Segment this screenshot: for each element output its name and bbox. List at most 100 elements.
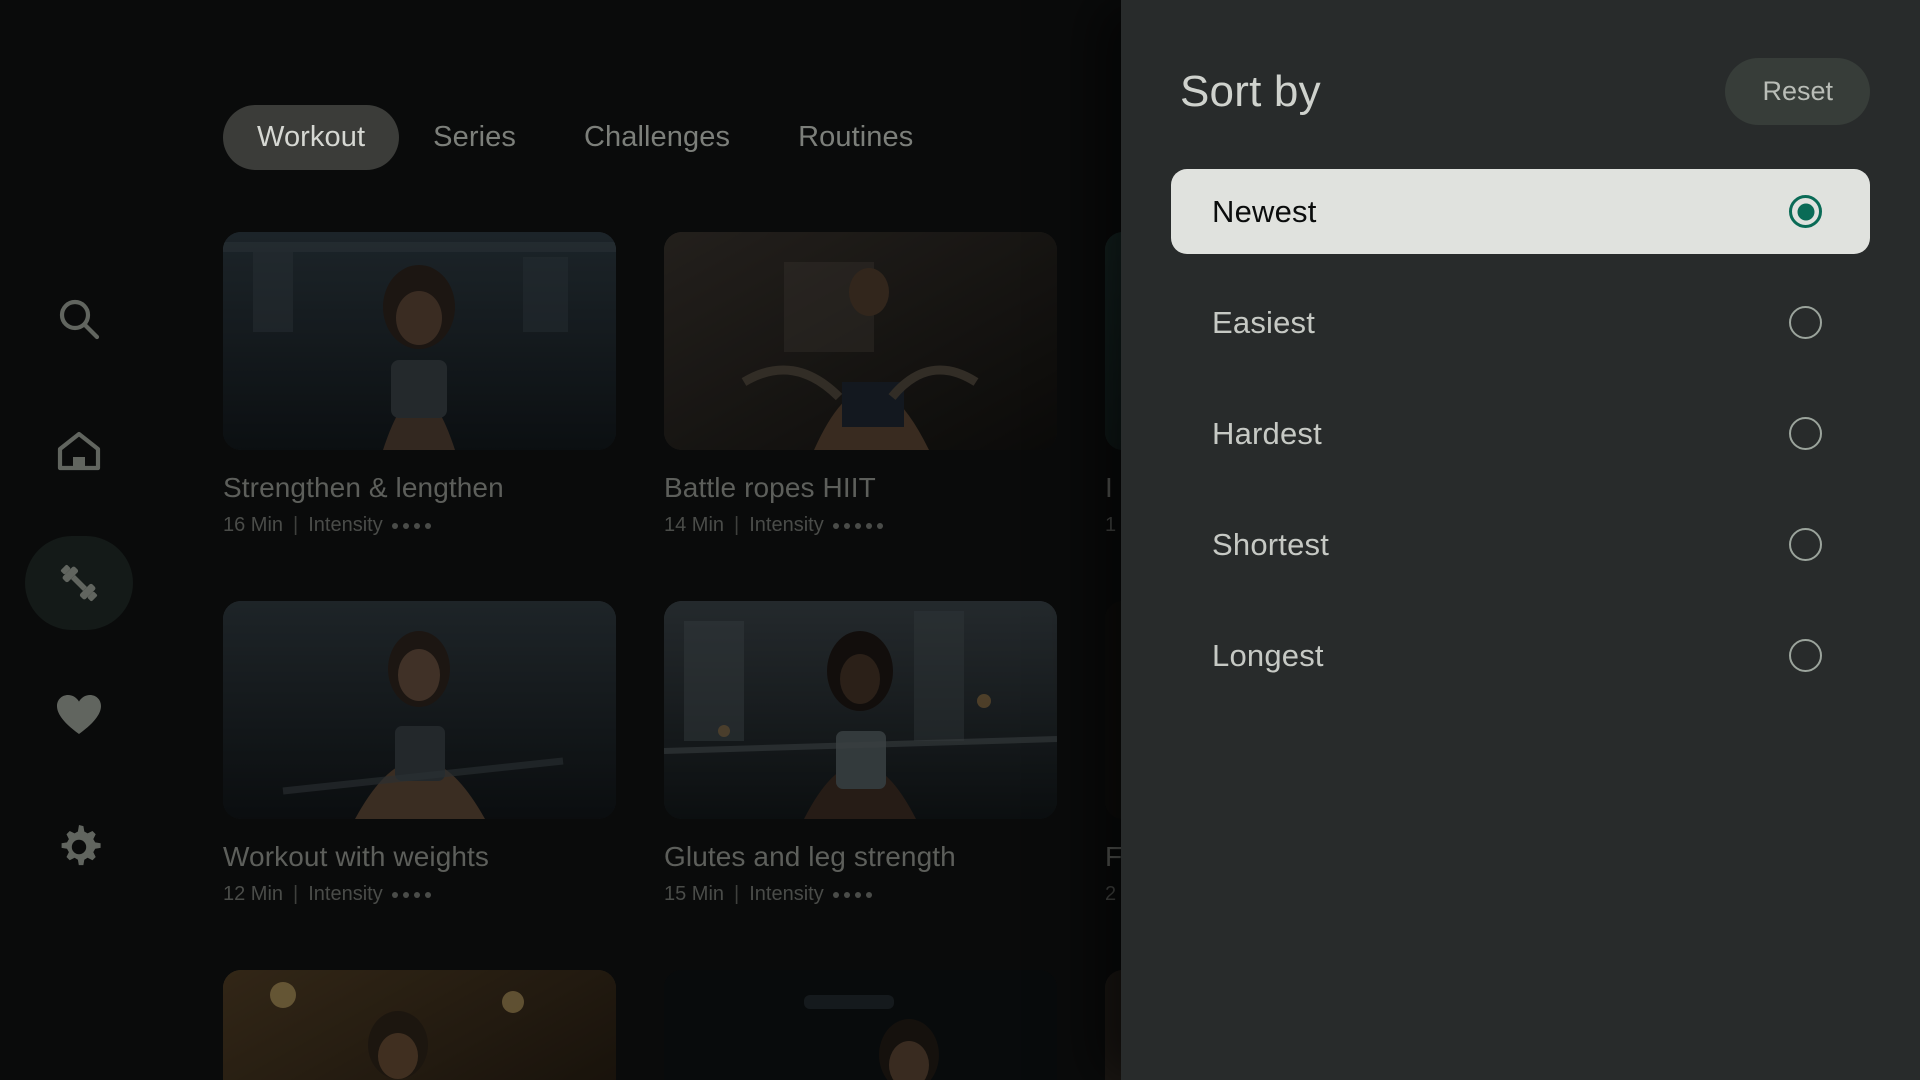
meta-separator: |: [734, 883, 740, 905]
intensity-dot: [424, 522, 431, 529]
intensity-dot: [424, 891, 431, 898]
home-icon: [55, 428, 103, 474]
sidebar-item-settings[interactable]: [25, 800, 133, 894]
workout-card[interactable]: Strengthen & lengthen 16 Min | Intensity: [223, 232, 616, 537]
heart-icon: [55, 693, 103, 737]
intensity-dot: [854, 522, 861, 529]
thumbnail-dim-overlay: [223, 601, 616, 819]
sort-option-newest[interactable]: Newest: [1171, 169, 1870, 254]
intensity-dot: [413, 522, 420, 529]
card-meta: 14 Min | Intensity: [664, 514, 1057, 537]
page-title: Sort by: [1180, 66, 1321, 116]
card-duration: 16 Min: [223, 514, 284, 536]
intensity-dot: [391, 522, 398, 529]
card-thumbnail: [664, 601, 1057, 819]
card-duration: 2: [1105, 883, 1117, 905]
sidebar: [0, 0, 158, 1080]
intensity-dot: [843, 891, 850, 898]
card-title: Battle ropes HIIT: [664, 472, 876, 503]
card-thumbnail: [223, 970, 616, 1080]
intensity-dots: [832, 522, 883, 529]
card-title: Strengthen & lengthen: [223, 472, 504, 503]
search-icon: [56, 296, 102, 342]
sort-option-easiest[interactable]: Easiest: [1171, 280, 1870, 365]
sort-options-list: Newest Easiest Hardest Shortest Longest: [1171, 169, 1870, 698]
thumbnail-dim-overlay: [664, 970, 1057, 1080]
card-title: Workout with weights: [223, 841, 490, 872]
card-title: Glutes and leg strength: [664, 841, 956, 872]
tab-label: Workout: [257, 121, 366, 153]
card-duration: 15 Min: [664, 883, 725, 905]
card-duration: 14 Min: [664, 514, 725, 536]
intensity-dot: [832, 522, 839, 529]
sort-option-label: Longest: [1212, 637, 1324, 673]
sort-option-label: Newest: [1212, 193, 1317, 229]
meta-separator: |: [293, 883, 299, 905]
intensity-dot: [843, 522, 850, 529]
intensity-dot: [391, 891, 398, 898]
meta-separator: |: [293, 514, 299, 536]
card-meta: 15 Min | Intensity: [664, 883, 1057, 906]
card-thumbnail: [664, 232, 1057, 450]
gear-icon: [55, 823, 103, 871]
card-thumbnail: [223, 601, 616, 819]
tab-challenges[interactable]: Challenges: [550, 105, 764, 170]
reset-button[interactable]: Reset: [1725, 58, 1870, 125]
tab-workout[interactable]: Workout: [223, 105, 400, 170]
tab-label: Routines: [798, 121, 914, 153]
intensity-dot: [413, 891, 420, 898]
card-thumbnail: [664, 970, 1057, 1080]
sort-option-label: Easiest: [1212, 304, 1316, 340]
sort-by-panel: Sort by Reset Newest Easiest Hardest Sho…: [1121, 0, 1920, 1080]
radio-button[interactable]: [1789, 528, 1822, 561]
sort-option-longest[interactable]: Longest: [1171, 613, 1870, 698]
sort-option-label: Hardest: [1212, 415, 1322, 451]
radio-button[interactable]: [1789, 639, 1822, 672]
tab-label: Series: [433, 121, 516, 153]
intensity-dot: [865, 522, 872, 529]
intensity-dots: [832, 891, 872, 898]
intensity-dot: [402, 522, 409, 529]
thumbnail-dim-overlay: [664, 601, 1057, 819]
tab-routines[interactable]: Routines: [764, 105, 947, 170]
radio-button[interactable]: [1789, 306, 1822, 339]
intensity-dot: [854, 891, 861, 898]
intensity-dot: [402, 891, 409, 898]
workout-card[interactable]: Workout with weights 12 Min | Intensity: [223, 601, 616, 906]
workout-card[interactable]: [664, 970, 1057, 1080]
card-meta: 16 Min | Intensity: [223, 514, 616, 537]
content-type-tabs: Workout Series Challenges Routines: [223, 105, 947, 170]
card-intensity-label: Intensity: [749, 883, 824, 905]
workout-card[interactable]: Glutes and leg strength 15 Min | Intensi…: [664, 601, 1057, 906]
meta-separator: |: [734, 514, 740, 536]
sort-option-shortest[interactable]: Shortest: [1171, 502, 1870, 587]
workout-card[interactable]: [223, 970, 616, 1080]
radio-button-selected[interactable]: [1789, 195, 1822, 228]
dumbbell-icon: [53, 557, 105, 609]
app-root: Workout Series Challenges Routines Stren…: [0, 0, 1920, 1080]
sidebar-item-favorites[interactable]: [25, 668, 133, 762]
sidebar-item-workouts[interactable]: [25, 536, 133, 630]
card-intensity-label: Intensity: [749, 514, 824, 536]
tab-series[interactable]: Series: [399, 105, 550, 170]
intensity-dots: [391, 522, 431, 529]
card-meta: 12 Min | Intensity: [223, 883, 616, 906]
intensity-dot: [876, 522, 883, 529]
sort-option-hardest[interactable]: Hardest: [1171, 391, 1870, 476]
card-intensity-label: Intensity: [308, 883, 383, 905]
sidebar-item-home[interactable]: [25, 404, 133, 498]
sidebar-item-search[interactable]: [25, 272, 133, 366]
radio-button[interactable]: [1789, 417, 1822, 450]
thumbnail-dim-overlay: [664, 232, 1057, 450]
card-duration: 1: [1105, 514, 1117, 536]
intensity-dots: [391, 891, 431, 898]
panel-header: Sort by Reset: [1180, 58, 1870, 125]
card-intensity-label: Intensity: [308, 514, 383, 536]
tab-label: Challenges: [583, 121, 731, 153]
card-thumbnail: [223, 232, 616, 450]
card-duration: 12 Min: [223, 883, 284, 905]
workout-card[interactable]: Battle ropes HIIT 14 Min | Intensity: [664, 232, 1057, 537]
